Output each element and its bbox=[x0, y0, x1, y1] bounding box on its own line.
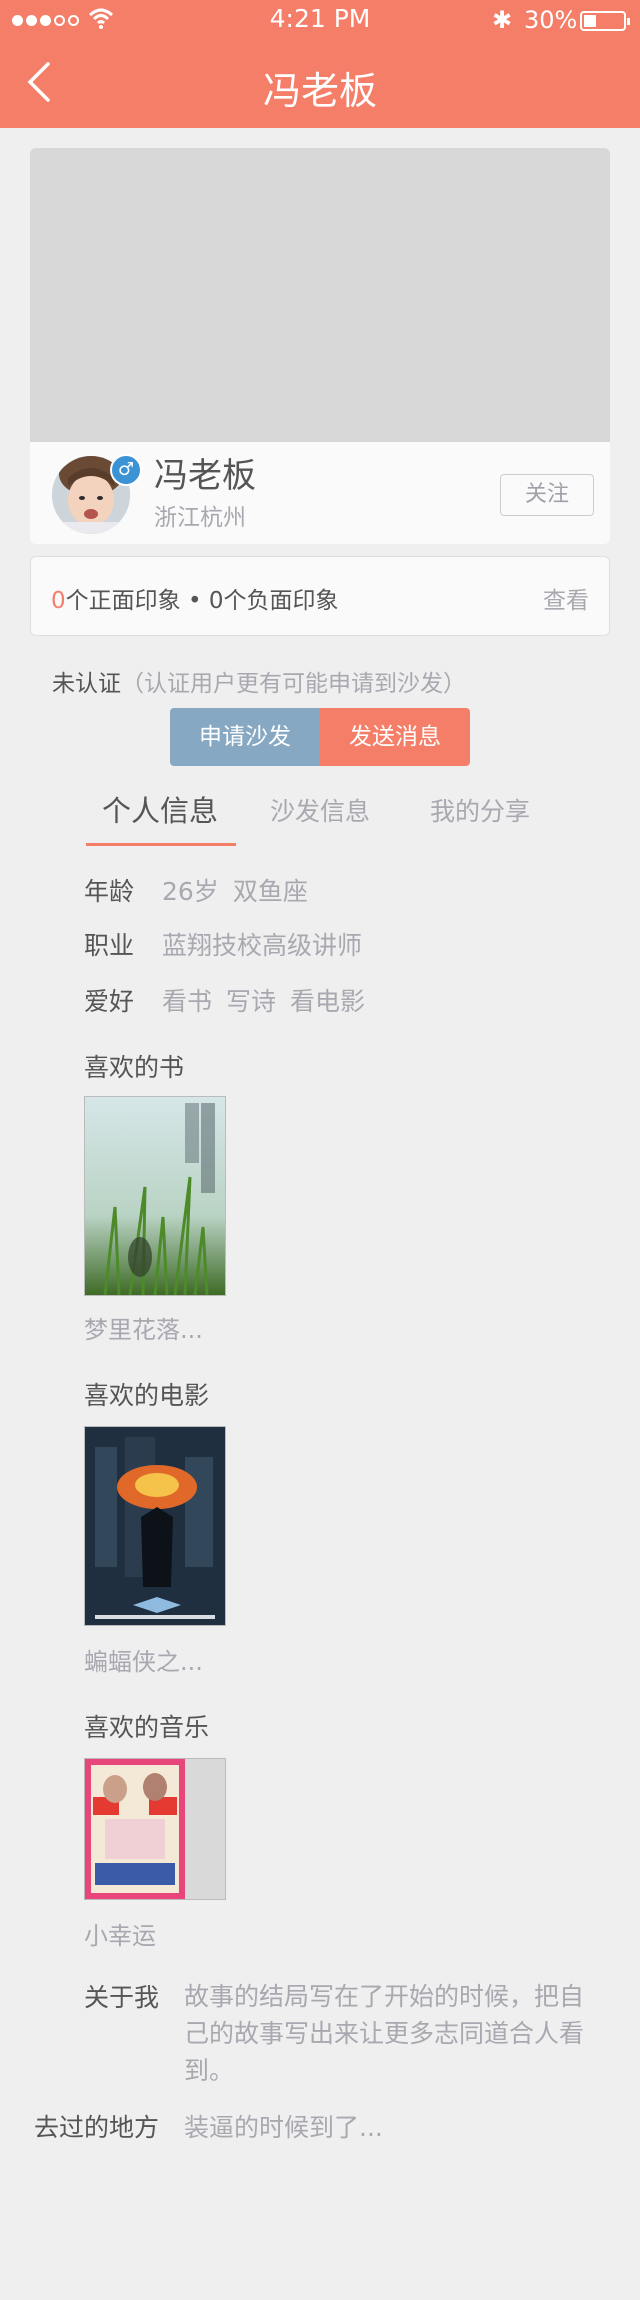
impression-summary: 0个正面印象 • 0个负面印象 bbox=[51, 581, 338, 615]
battery-icon bbox=[580, 11, 630, 31]
positive-label: 个正面印象 bbox=[65, 588, 181, 614]
visited-places-label: 去过的地方 bbox=[34, 2113, 160, 2142]
profile-name: 冯老板 bbox=[154, 456, 256, 496]
hobby-value: 看电影 bbox=[290, 987, 366, 1016]
favorite-movies-heading: 喜欢的电影 bbox=[84, 1381, 210, 1410]
book-caption: 梦里花落... bbox=[84, 1316, 203, 1344]
certification-status: 未认证（认证用户更有可能申请到沙发） bbox=[52, 664, 466, 698]
action-buttons: 申请沙发 发送消息 bbox=[170, 708, 470, 766]
cert-note: （认证用户更有可能申请到沙发） bbox=[121, 671, 466, 697]
age-value: 26岁 bbox=[162, 877, 219, 906]
page-title: 冯老板 bbox=[262, 69, 377, 113]
status-bar: 4:21 PM ✱ 30% bbox=[0, 0, 640, 40]
favorite-books-heading: 喜欢的书 bbox=[84, 1053, 185, 1082]
zodiac-value: 双鱼座 bbox=[232, 877, 308, 906]
music-album-cover[interactable] bbox=[84, 1758, 226, 1900]
profile-card: ♂ 冯老板 浙江杭州 关注 bbox=[30, 148, 610, 544]
movie-caption: 蝙蝠侠之... bbox=[84, 1648, 203, 1676]
about-me-label: 关于我 bbox=[84, 1983, 160, 2012]
cert-status-label: 未认证 bbox=[52, 671, 121, 697]
profile-tabs: 个人信息 沙发信息 我的分享 bbox=[86, 786, 566, 846]
nav-header: 4:21 PM ✱ 30% 冯老板 bbox=[0, 0, 640, 128]
battery-percent: 30% bbox=[524, 6, 578, 34]
profile-location: 浙江杭州 bbox=[154, 505, 246, 531]
visited-places-section: 去过的地方 装逼的时候到了... bbox=[34, 2108, 383, 2144]
active-tab-indicator bbox=[86, 843, 236, 846]
send-message-button[interactable]: 发送消息 bbox=[320, 708, 470, 766]
negative-impression: 0个负面印象 bbox=[208, 588, 339, 614]
tab-my-shares[interactable]: 我的分享 bbox=[430, 792, 530, 828]
follow-button[interactable]: 关注 bbox=[500, 474, 594, 516]
book-cover[interactable] bbox=[84, 1096, 226, 1296]
job-label: 职业 bbox=[84, 931, 135, 960]
favorite-music-heading: 喜欢的音乐 bbox=[84, 1713, 210, 1742]
info-row-job: 职业 蓝翔技校高级讲师 bbox=[84, 926, 376, 962]
view-impressions-link[interactable]: 查看 bbox=[543, 581, 589, 615]
visited-places-text: 装逼的时候到了... bbox=[184, 2113, 383, 2142]
info-row-hobby: 爱好 看书 写诗 看电影 bbox=[84, 982, 379, 1018]
hobby-value: 写诗 bbox=[226, 987, 277, 1016]
hobby-label: 爱好 bbox=[84, 987, 135, 1016]
about-me-text: 故事的结局写在了开始的时候，把自己的故事写出来让更多志同道合人看到。 bbox=[184, 1982, 585, 2085]
movie-poster[interactable] bbox=[84, 1426, 226, 1626]
apply-sofa-button[interactable]: 申请沙发 bbox=[170, 708, 320, 766]
tab-personal-info[interactable]: 个人信息 bbox=[102, 788, 218, 830]
tab-sofa-info[interactable]: 沙发信息 bbox=[270, 792, 370, 828]
job-value: 蓝翔技校高级讲师 bbox=[162, 931, 363, 960]
impression-separator: • bbox=[180, 588, 209, 614]
hobby-value: 看书 bbox=[162, 987, 213, 1016]
impression-bar: 0个正面印象 • 0个负面印象 查看 bbox=[30, 556, 610, 636]
male-gender-icon: ♂ bbox=[110, 454, 142, 486]
info-row-age: 年龄 26岁 双鱼座 bbox=[84, 872, 322, 908]
bluetooth-icon: ✱ bbox=[492, 6, 513, 34]
age-label: 年龄 bbox=[84, 877, 135, 906]
music-caption: 小幸运 bbox=[84, 1922, 156, 1950]
cover-image bbox=[30, 148, 610, 442]
positive-count: 0 bbox=[51, 588, 66, 614]
